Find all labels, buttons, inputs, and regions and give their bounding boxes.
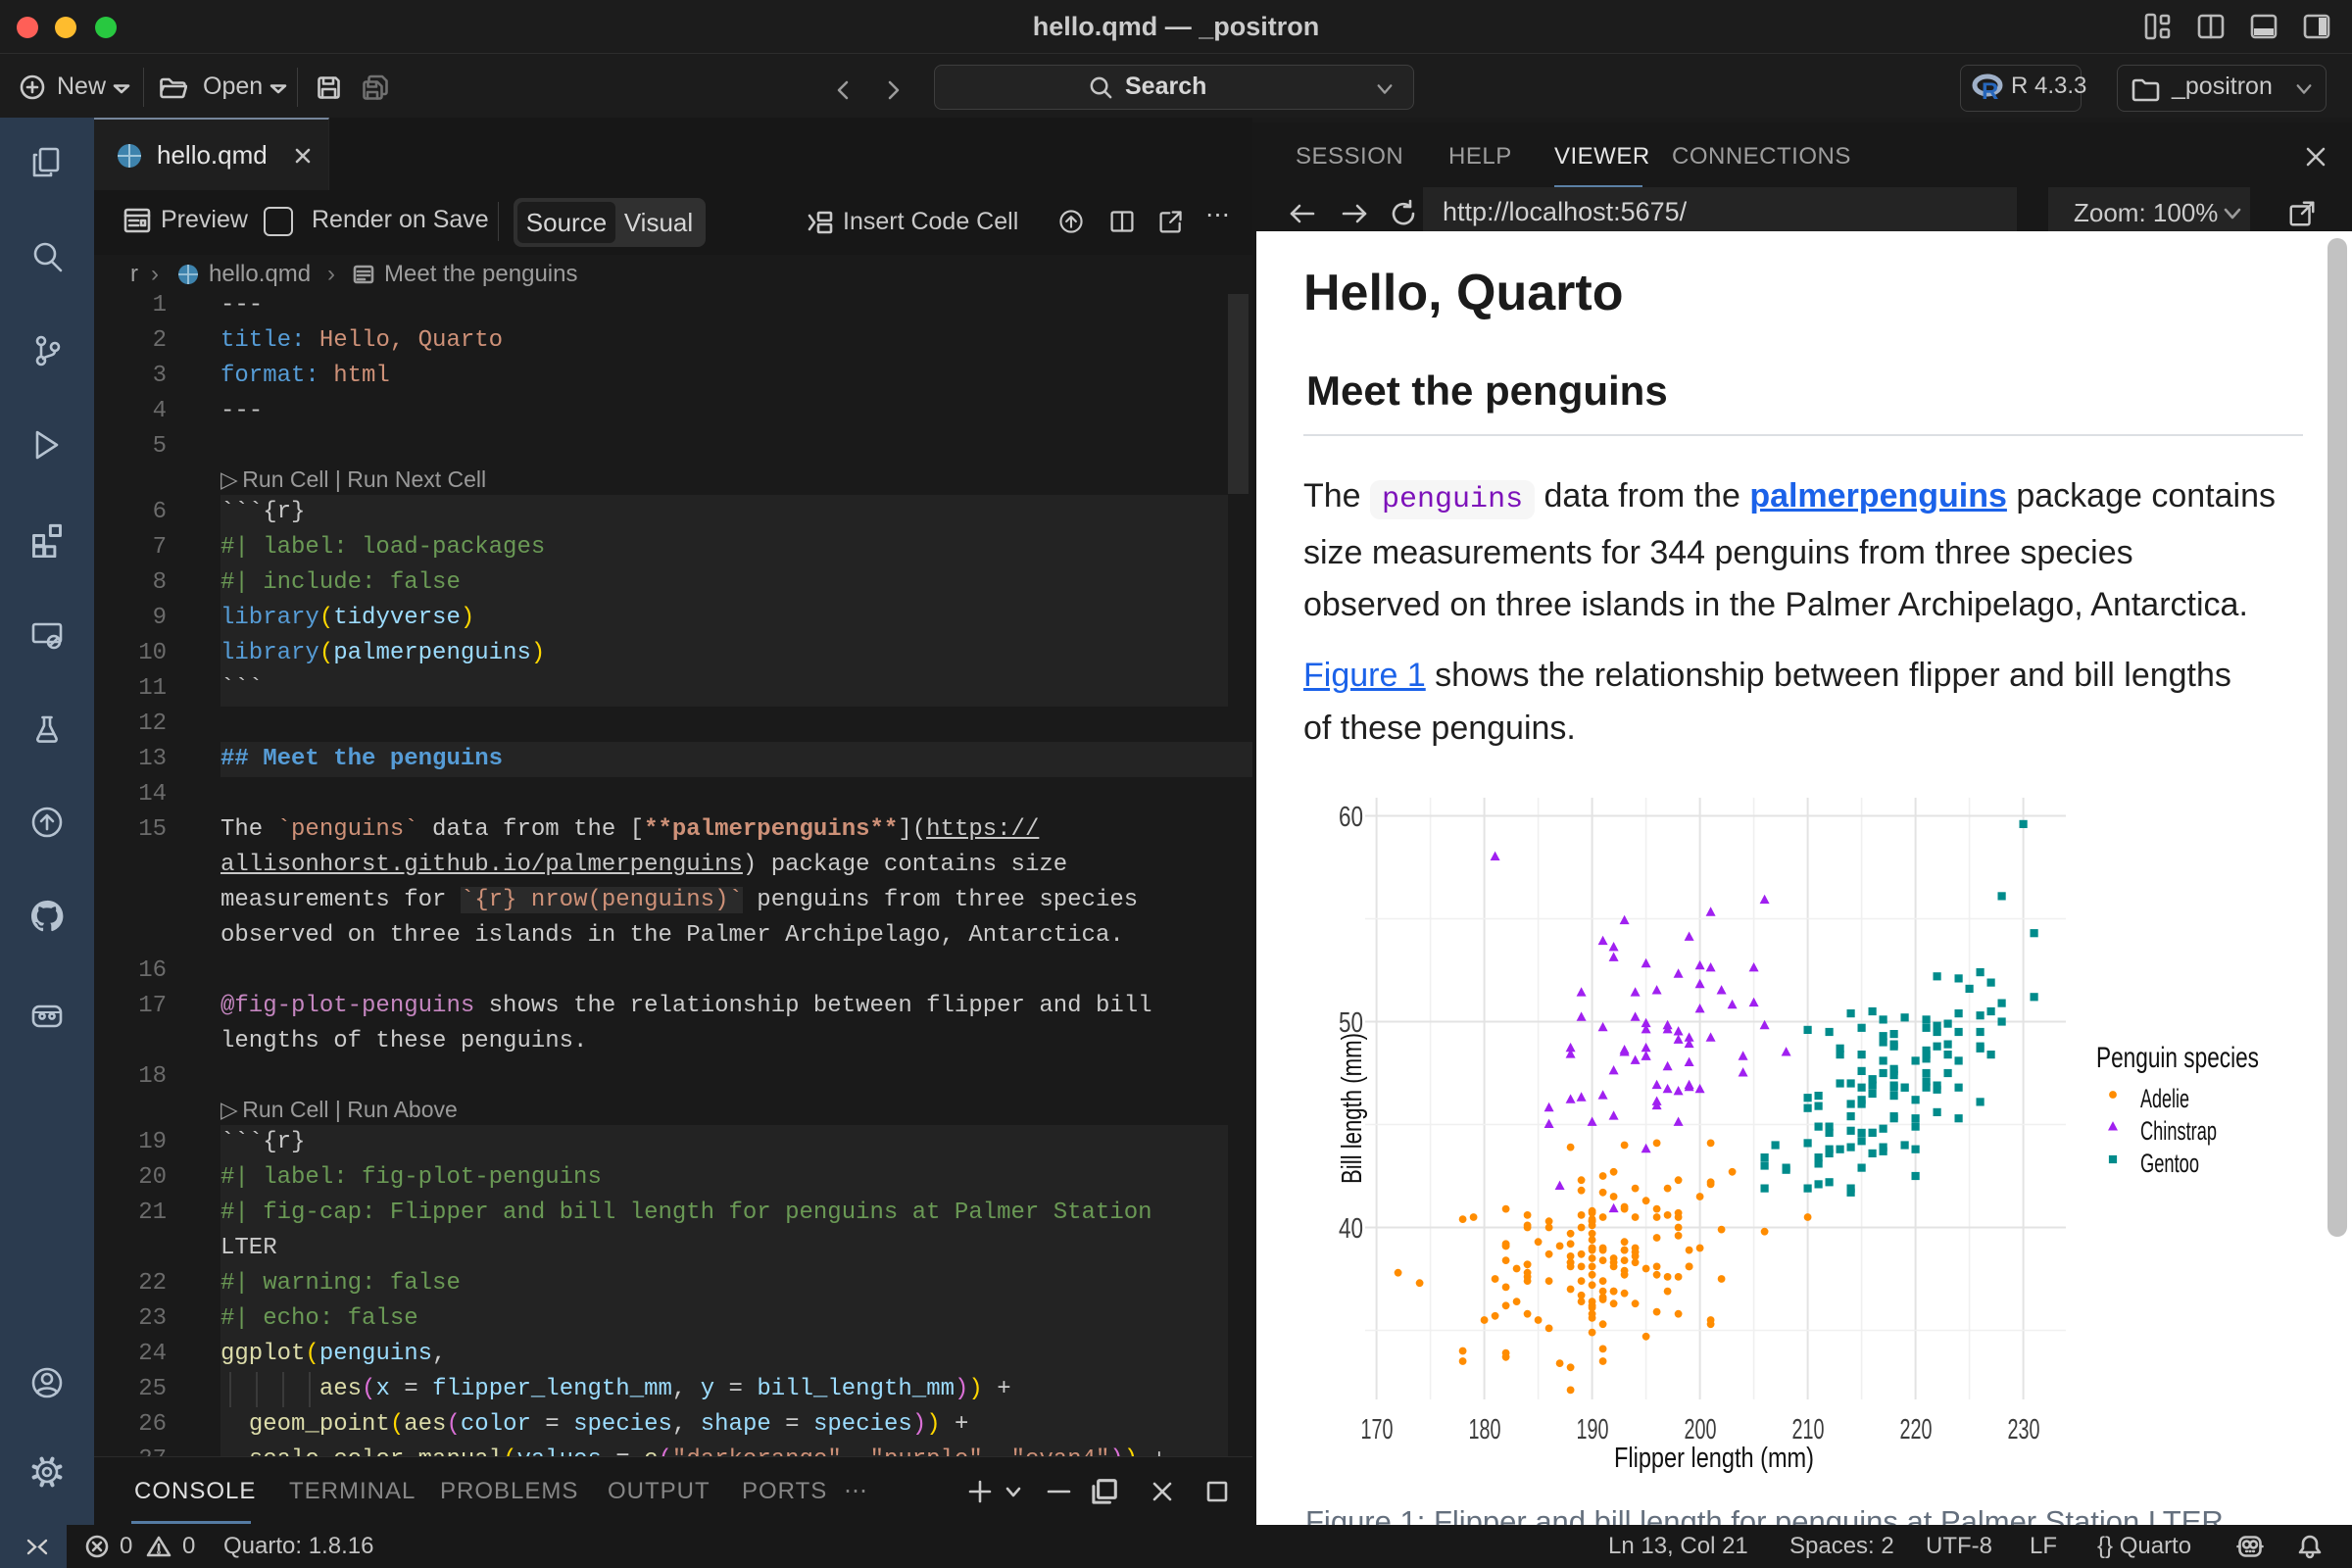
svg-text:180: 180 [1469, 1414, 1501, 1446]
svg-text:Flipper length (mm): Flipper length (mm) [1614, 1443, 1814, 1474]
svg-text:Penguin species: Penguin species [2096, 1042, 2259, 1074]
svg-text:220: 220 [1900, 1414, 1933, 1446]
svg-text:Chinstrap: Chinstrap [2140, 1116, 2217, 1146]
svg-text:Adelie: Adelie [2140, 1084, 2189, 1113]
svg-text:R: R [1982, 78, 1998, 104]
svg-text:230: 230 [2008, 1414, 2040, 1446]
svg-text:60: 60 [1339, 802, 1363, 833]
svg-text:200: 200 [1685, 1414, 1717, 1446]
svg-text:170: 170 [1361, 1414, 1394, 1446]
svg-text:40: 40 [1339, 1213, 1363, 1245]
svg-text:Gentoo: Gentoo [2140, 1149, 2199, 1178]
svg-text:Bill length (mm): Bill length (mm) [1337, 1033, 1368, 1184]
svg-text:190: 190 [1577, 1414, 1609, 1446]
svg-text:210: 210 [1792, 1414, 1825, 1446]
